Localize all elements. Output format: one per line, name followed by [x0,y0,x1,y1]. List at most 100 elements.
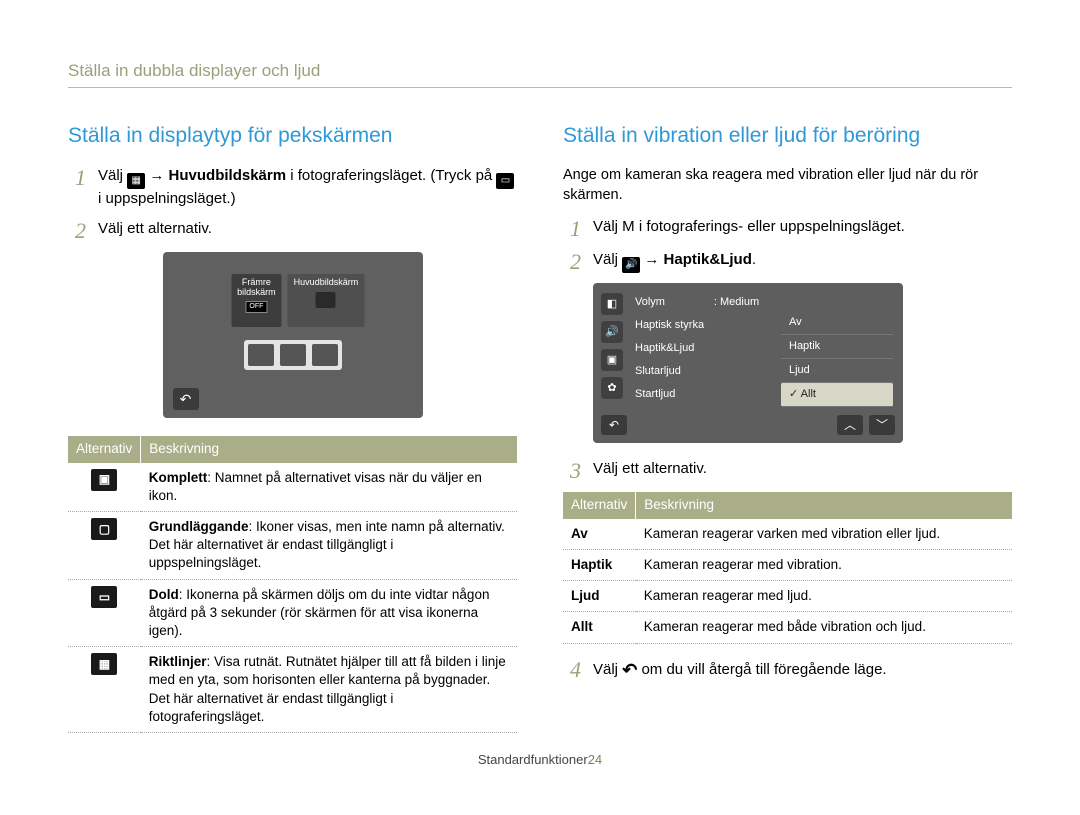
step-text: Välj M i fotograferings- eller uppspelni… [593,217,1012,237]
opt-name: Ljud [563,581,636,612]
table-header-description: Beskrivning [141,436,517,462]
right-heading: Ställa in vibration eller ljud för berör… [563,122,1012,150]
option-icon-full: ▣ [91,469,117,491]
menu-labels: Volym : Medium Haptisk styrka Haptik&Lju… [635,295,759,401]
camera-icon: ◧ [601,293,623,315]
menu-label: Slutarljud [635,364,759,379]
right-options-table: Alternativ Beskrivning Av Kameran reager… [563,492,1012,643]
opt-name: Av [563,519,636,550]
opt-name: Grundläggande [149,519,249,534]
text: i fotograferingsläget. (Tryck på [290,167,496,184]
opt-name: Dold [149,587,179,602]
section-header: Ställa in dubbla displayer och ljud [68,60,1012,88]
text: Välj [593,661,622,678]
menu-label: Startljud [635,387,759,402]
right-step-3: 3 Välj ett alternativ. [563,459,1012,482]
right-column: Ställa in vibration eller ljud för berör… [563,122,1012,747]
opt-name: Haptik [563,549,636,580]
bold-label: Haptik&Ljud [664,251,752,268]
label: Främre [242,277,271,287]
right-step-2: 2 Välj 🔊 → Haptik&Ljud. [563,250,1012,273]
screenshot-icon-row [244,340,342,370]
label: Allt [801,388,816,400]
text: . [752,251,756,268]
off-badge: OFF [245,301,267,313]
table-header-option: Alternativ [563,492,636,518]
display-icon: ▣ [601,349,623,371]
screenshot-tab-main: Huvudbildskärm [288,274,365,326]
menu-label: Volym [635,296,665,308]
left-step-2: 2 Välj ett alternativ. [68,219,517,242]
option-icon-basic: ▢ [91,518,117,540]
step-text: Välj ▦ → Huvudbildskärm i fotograferings… [98,166,517,209]
opt-name: Allt [563,612,636,643]
menu-label: Haptik&Ljud [635,341,759,356]
step-number: 2 [68,219,86,242]
back-icon: ↶ [601,415,627,435]
text: i uppspelningsläget.) [98,190,236,207]
opt-desc: Kameran reagerar med både vibration och … [636,612,1012,643]
table-row: Haptik Kameran reagerar med vibration. [563,549,1012,580]
table-row: ▭ Dold: Ikonerna på skärmen döljs om du … [68,579,517,647]
step-text: Välj ett alternativ. [593,459,1012,479]
dropdown-option: Av [781,311,893,335]
page-footer: Standardfunktioner24 [68,751,1012,769]
menu-label: Haptisk styrka [635,318,759,333]
table-cell: Grundläggande: Ikoner visas, men inte na… [141,511,517,579]
dropdown-option: Ljud [781,359,893,383]
footer-label: Standardfunktioner [478,752,588,767]
option-icon-grid: ▦ [91,653,117,675]
thumb-icon [316,292,336,308]
step-number: 3 [563,459,581,482]
menu-dropdown: Av Haptik Ljud ✓ Allt [781,293,893,406]
table-row: Allt Kameran reagerar med både vibration… [563,612,1012,643]
option-icon-hidden: ▭ [91,586,117,608]
display-mode-icon [280,344,306,366]
bold-label: Huvudbildskärm [169,167,287,184]
table-cell: Dold: Ikonerna på skärmen döljs om du in… [141,579,517,647]
dropdown-option: Haptik [781,335,893,359]
text: Välj [593,251,622,268]
menu-sidebar-icons: ◧ 🔊 ▣ ✿ [601,293,625,399]
text: om du vill återgå till föregående läge. [641,661,886,678]
step-number: 1 [68,166,86,189]
step-text: Välj 🔊 → Haptik&Ljud. [593,250,1012,273]
text: Välj [98,167,127,184]
table-cell: Komplett: Namnet på alternativet visas n… [141,463,517,512]
opt-desc: Kameran reagerar med vibration. [636,549,1012,580]
screenshot-bottom-bar: ↶ ︿ ﹀ [601,415,895,435]
page-number: 24 [588,752,602,767]
step-text: Välj ett alternativ. [98,219,517,239]
back-icon: ↶ [173,388,199,410]
intro-text: Ange om kameran ska reagera med vibratio… [563,166,1012,205]
two-column-layout: Ställa in displaytyp för pekskärmen 1 Vä… [68,122,1012,747]
chevron-down-icon: ﹀ [869,415,895,435]
opt-desc: : Ikonerna på skärmen döljs om du inte v… [149,587,490,638]
step-number: 2 [563,250,581,273]
spacer [633,415,831,435]
label: Huvudbildskärm [294,277,359,287]
right-step-1: 1 Välj M i fotograferings- eller uppspel… [563,217,1012,240]
step-number: 4 [563,658,581,681]
opt-name: Riktlinjer [149,654,207,669]
sound-icon: 🔊 [601,321,623,343]
display-mode-icon [312,344,338,366]
gear-icon: ✿ [601,377,623,399]
table-header-option: Alternativ [68,436,141,462]
screenshot-display-settings: Främre bildskärm OFF Huvudbildskärm ↶ [163,252,423,418]
opt-desc: Kameran reagerar med ljud. [636,581,1012,612]
table-cell: Riktlinjer: Visa rutnät. Rutnätet hjälpe… [141,647,517,733]
table-row: Av Kameran reagerar varken med vibration… [563,519,1012,550]
screenshot-sound-menu: ◧ 🔊 ▣ ✿ Volym : Medium Haptisk styrka Ha… [593,283,903,443]
label: bildskärm [237,287,276,297]
opt-name: Komplett [149,470,208,485]
left-step-1: 1 Välj ▦ → Huvudbildskärm i fotograferin… [68,166,517,209]
opt-desc: Kameran reagerar varken med vibration el… [636,519,1012,550]
menu-value: : Medium [714,296,759,308]
table-row: Ljud Kameran reagerar med ljud. [563,581,1012,612]
spacer [781,293,893,311]
left-options-table: Alternativ Beskrivning ▣ Komplett: Namne… [68,436,517,733]
left-column: Ställa in displaytyp för pekskärmen 1 Vä… [68,122,517,747]
table-row: ▦ Riktlinjer: Visa rutnät. Rutnätet hjäl… [68,647,517,733]
table-header-description: Beskrivning [636,492,1012,518]
